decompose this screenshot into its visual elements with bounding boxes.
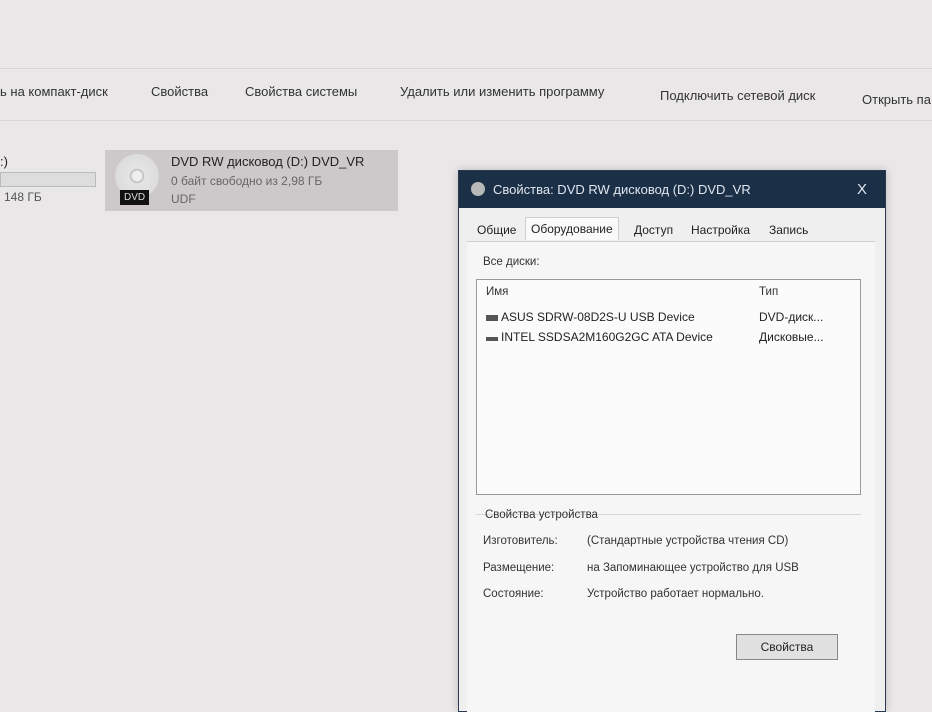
toolbar-burn-disc[interactable]: ь на компакт-диск [0, 84, 108, 99]
drive-c-item[interactable]: :) 148 ГБ [0, 150, 100, 210]
drive-icon [486, 337, 498, 341]
manufacturer-value: (Стандартные устройства чтения CD) [587, 535, 789, 547]
tab-customize[interactable]: Настройка [687, 221, 754, 239]
dvd-badge: DVD [120, 190, 150, 205]
location-label: Размещение: [483, 562, 555, 574]
status-value: Устройство работает нормально. [587, 588, 764, 600]
ribbon-top-border [0, 68, 932, 69]
dvd-drive-fs: UDF [171, 192, 196, 206]
drive-c-size: 148 ГБ [4, 190, 42, 204]
tab-hardware[interactable]: Оборудование [525, 217, 619, 240]
disk-type: Дисковые... [759, 330, 824, 344]
toolbar-properties[interactable]: Свойства [151, 84, 208, 99]
all-disks-label: Все диски: [483, 256, 540, 268]
drive-icon [486, 315, 498, 321]
dialog-title-bar[interactable]: Свойства: DVD RW дисковод (D:) DVD_VR X [459, 171, 885, 208]
disk-name: INTEL SSDSA2M160G2GC ATA Device [501, 330, 713, 344]
manufacturer-label: Изготовитель: [483, 535, 558, 547]
toolbar-uninstall[interactable]: Удалить или изменить программу [400, 84, 604, 99]
drive-c-usage-bar [0, 172, 96, 187]
dialog-title: Свойства: DVD RW дисковод (D:) DVD_VR [493, 182, 751, 197]
dvd-drive-name: DVD RW дисковод (D:) DVD_VR [171, 154, 365, 169]
disk-name: ASUS SDRW-08D2S-U USB Device [501, 310, 695, 324]
column-name[interactable]: Имя [486, 286, 508, 298]
dvd-drive-item[interactable]: DVD DVD RW дисковод (D:) DVD_VR 0 байт с… [105, 150, 398, 211]
column-type[interactable]: Тип [759, 286, 778, 298]
tab-general[interactable]: Общие [473, 221, 520, 239]
toolbar-open[interactable]: Открыть па [862, 92, 931, 107]
tab-sharing[interactable]: Доступ [630, 221, 677, 239]
properties-dialog: Свойства: DVD RW дисковод (D:) DVD_VR X … [458, 170, 886, 712]
toolbar-map-network-drive[interactable]: Подключить сетевой диск [660, 88, 815, 103]
drive-icon [471, 182, 485, 196]
location-value: на Запоминающее устройство для USB [587, 562, 799, 574]
ribbon-bottom-border [0, 120, 932, 121]
status-label: Состояние: [483, 588, 544, 600]
properties-button[interactable]: Свойства [736, 634, 838, 660]
dvd-drive-free: 0 байт свободно из 2,98 ГБ [171, 174, 323, 188]
disk-type: DVD-диск... [759, 310, 824, 324]
close-icon[interactable]: X [857, 181, 867, 198]
tab-recording[interactable]: Запись [765, 221, 812, 239]
list-item[interactable]: ASUS SDRW-08D2S-U USB Device DVD-диск... [486, 310, 856, 324]
list-item[interactable]: INTEL SSDSA2M160G2GC ATA Device Дисковые… [486, 330, 856, 344]
drive-c-name: :) [0, 154, 8, 169]
device-properties-title: Свойства устройства [485, 509, 598, 521]
toolbar-system-properties[interactable]: Свойства системы [245, 84, 357, 99]
disks-list[interactable]: Имя Тип ASUS SDRW-08D2S-U USB Device DVD… [476, 279, 861, 495]
